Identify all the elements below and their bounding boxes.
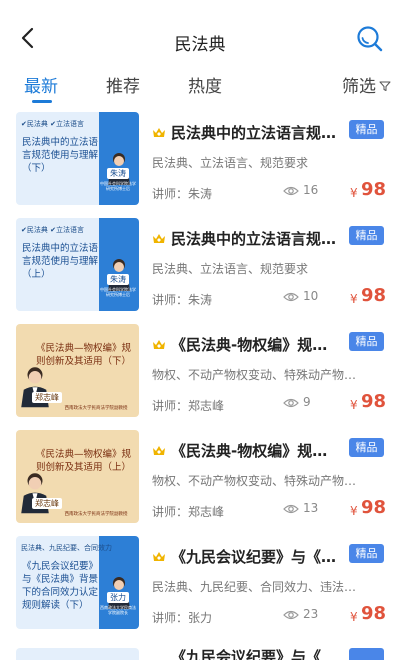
lecturer-label: 讲师：郑志峰 <box>152 505 225 519</box>
thumbnail-organization: 西南政法大学民商法学院副教授 <box>64 406 128 411</box>
eye-icon <box>283 504 299 514</box>
thumbnail-lecturer-name: 郑志峰 <box>32 392 62 403</box>
filter-icon[interactable] <box>379 80 391 92</box>
lecturer-label: 讲师：张力 <box>152 611 213 625</box>
thumbnail-organization: 西南政法大学民商法学院副教授 <box>64 512 128 517</box>
price: 98 <box>361 497 387 518</box>
course-thumbnail: 《民法典—物权编》规则创新及其适用（上） 郑志峰 西南政法大学民商法学院副教授 <box>16 430 139 523</box>
course-tags: 民法典、九民纪要、合同效力、违法合同 <box>152 580 366 594</box>
currency-symbol: ¥ <box>350 610 358 624</box>
view-count: 16 <box>303 183 319 197</box>
page-title: 民法典 <box>174 35 226 55</box>
lecturer-label: 讲师：郑志峰 <box>152 399 225 413</box>
course-title: 《民法典-物权编》规则创新及其适用（下） <box>171 336 339 354</box>
eye-icon <box>283 398 299 408</box>
course-title: 《民法典-物权编》规则创新及其适用（上） <box>171 442 339 460</box>
course-thumbnail <box>16 648 139 660</box>
premium-badge: 精品 <box>349 226 384 245</box>
crown-icon <box>153 552 165 561</box>
thumbnail-tags: ✔民法典 ✔立法语言 <box>21 226 84 234</box>
list-item[interactable]: ✔民法典 ✔立法语言 民法典中的立法语言规范使用与理解（上） 朱涛 中国社会科学… <box>0 218 400 324</box>
lecturer-photo-icon <box>21 367 49 408</box>
course-tags: 物权、不动产物权变动、特殊动产物权变动 <box>152 474 366 488</box>
currency-symbol: ¥ <box>350 504 358 518</box>
crown-icon <box>153 340 165 349</box>
crown-icon <box>153 234 165 243</box>
price: 98 <box>361 179 387 200</box>
thumbnail-organization: 中国社会科学院法学研究所博士后 <box>100 181 136 191</box>
course-tags: 民法典、立法语言、规范要求 <box>152 156 309 170</box>
view-count: 9 <box>303 395 311 409</box>
course-thumbnail: 《民法典—物权编》规则创新及其适用（下） 郑志峰 西南政法大学民商法学院副教授 <box>16 324 139 417</box>
premium-badge <box>349 648 384 660</box>
list-item[interactable]: ✔民法典 ✔立法语言 民法典中的立法语言规范使用与理解（下） 朱涛 中国社会科学… <box>0 112 400 218</box>
list-item[interactable]: 《九民会议纪要》与《 <box>0 648 400 660</box>
thumbnail-title: 民法典中的立法语言规范使用与理解（下） <box>22 137 99 174</box>
premium-badge: 精品 <box>349 438 384 457</box>
crown-icon <box>153 128 165 137</box>
price: 98 <box>361 285 387 306</box>
lecturer-label: 讲师：朱涛 <box>152 293 213 307</box>
premium-badge: 精品 <box>349 544 384 563</box>
course-thumbnail: ✔民法典 ✔立法语言 民法典中的立法语言规范使用与理解（下） 朱涛 中国社会科学… <box>16 112 139 205</box>
course-title: 《九民会议纪要》与《民法典》背景下的合同效力认定规则解读（下） <box>171 548 339 566</box>
course-thumbnail: 民法典、九民纪要、合同效力 《九民会议纪要》与《民法典》背景下的合同效力认定规则… <box>16 536 139 629</box>
thumbnail-lecturer-name: 郑志峰 <box>32 498 62 509</box>
lecturer-label: 讲师：朱涛 <box>152 187 213 201</box>
list-item[interactable]: 《民法典—物权编》规则创新及其适用（上） 郑志峰 西南政法大学民商法学院副教授 … <box>0 430 400 536</box>
thumbnail-lecturer-name: 朱涛 <box>107 168 129 179</box>
header: 民法典 <box>0 0 400 62</box>
thumbnail-title: 《九民会议纪要》与《民法典》背景下的合同效力认定规则解读（下） <box>22 561 99 611</box>
premium-badge: 精品 <box>349 120 384 139</box>
filter-button[interactable]: 筛选 <box>342 72 376 97</box>
course-tags: 物权、不动产物权变动、特殊动产物权变动 <box>152 368 366 382</box>
thumbnail-lecturer-name: 朱涛 <box>107 274 129 285</box>
search-icon[interactable] <box>355 24 385 54</box>
course-thumbnail: ✔民法典 ✔立法语言 民法典中的立法语言规范使用与理解（上） 朱涛 中国社会科学… <box>16 218 139 311</box>
price: 98 <box>361 603 387 624</box>
eye-icon <box>283 186 299 196</box>
tab-latest[interactable]: 最新 <box>24 72 58 97</box>
tab-popularity[interactable]: 热度 <box>188 72 222 97</box>
currency-symbol: ¥ <box>350 292 358 306</box>
eye-icon <box>283 292 299 302</box>
lecturer-photo-icon <box>21 473 49 514</box>
course-title: 民法典中的立法语言规范使用与理解（下） <box>171 124 339 142</box>
eye-icon <box>283 610 299 620</box>
thumbnail-lecturer-name: 张力 <box>107 592 129 603</box>
premium-badge: 精品 <box>349 332 384 351</box>
tab-bar: 最新 推荐 热度 筛选 <box>0 62 400 112</box>
crown-icon <box>153 446 165 455</box>
currency-symbol: ¥ <box>350 398 358 412</box>
thumbnail-tags: 民法典、九民纪要、合同效力 <box>21 544 112 552</box>
active-tab-indicator <box>32 100 52 103</box>
list-item[interactable]: 《民法典—物权编》规则创新及其适用（下） 郑志峰 西南政法大学民商法学院副教授 … <box>0 324 400 430</box>
thumbnail-organization: 中国社会科学院法学研究所博士后 <box>100 287 136 297</box>
view-count: 10 <box>303 289 319 303</box>
tab-recommended[interactable]: 推荐 <box>106 72 140 97</box>
course-tags: 民法典、立法语言、规范要求 <box>152 262 309 276</box>
thumbnail-title: 《民法典—物权编》规则创新及其适用（下） <box>36 343 132 367</box>
view-count: 13 <box>303 501 319 515</box>
view-count: 23 <box>303 607 319 621</box>
thumbnail-title: 民法典中的立法语言规范使用与理解（上） <box>22 243 99 280</box>
thumbnail-title: 《民法典—物权编》规则创新及其适用（上） <box>36 449 132 473</box>
course-title: 《九民会议纪要》与《 <box>171 648 322 660</box>
currency-symbol: ¥ <box>350 186 358 200</box>
thumbnail-tags: ✔民法典 ✔立法语言 <box>21 120 84 128</box>
price: 98 <box>361 391 387 412</box>
course-title: 民法典中的立法语言规范使用与理解（上） <box>171 230 339 248</box>
list-item[interactable]: 民法典、九民纪要、合同效力 《九民会议纪要》与《民法典》背景下的合同效力认定规则… <box>0 536 400 642</box>
thumbnail-organization: 西南政法大学民商法学院副院长 <box>100 605 136 615</box>
